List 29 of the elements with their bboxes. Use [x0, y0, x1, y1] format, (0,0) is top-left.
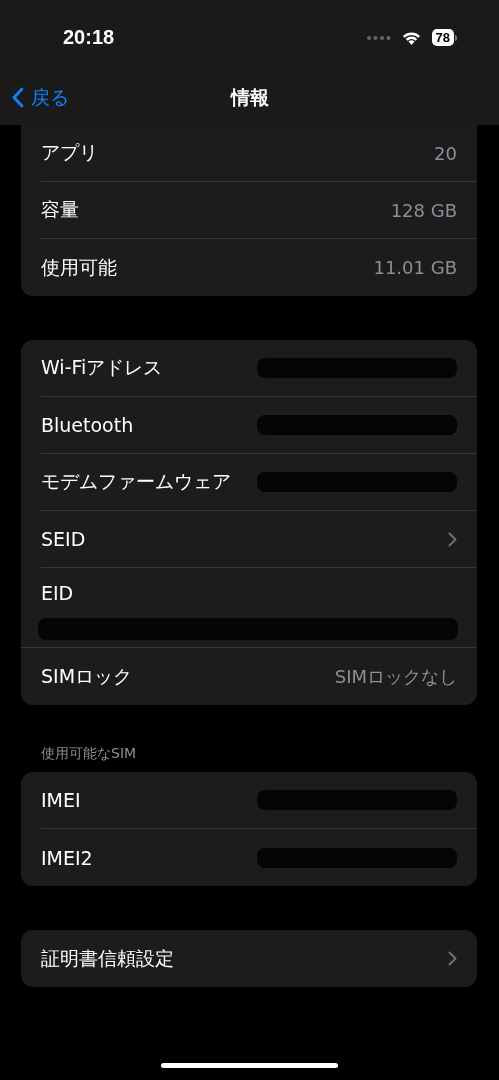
back-button[interactable]: 戻る [0, 84, 69, 111]
row-label: SEID [41, 528, 86, 550]
settings-row[interactable]: 証明書信頼設定 [21, 930, 477, 987]
home-indicator[interactable] [161, 1063, 338, 1068]
row-label: EID [41, 582, 74, 604]
row-label: モデムファームウェア [41, 469, 231, 494]
row-value: 20 [434, 142, 457, 164]
row-label: 容量 [41, 197, 79, 222]
chevron-icon [448, 531, 457, 547]
section-header: 使用可能なSIM [40, 745, 138, 763]
chevron-icon [448, 951, 457, 966]
row-label: Wi-Fiアドレス [41, 355, 163, 380]
row-label: SIMロック [41, 663, 133, 689]
row-label: アプリ [41, 140, 98, 165]
status-time: 20:18 [63, 26, 115, 49]
row-label: 証明書信頼設定 [41, 945, 174, 971]
row-label: 使用可能 [41, 254, 117, 280]
signal-icon [366, 35, 391, 40]
battery-icon: 78 [431, 29, 457, 46]
row-value: 11.01 GB [373, 257, 457, 278]
back-chevron-icon [12, 87, 24, 108]
nav-title: 情報 [230, 84, 269, 110]
row-label: IMEI [41, 789, 81, 811]
settings-row[interactable]: SEID [21, 511, 477, 568]
wifi-icon [400, 30, 422, 45]
row-value: 128 GB [390, 199, 457, 221]
row-label: Bluetooth [41, 414, 134, 436]
row-label: IMEI2 [41, 846, 93, 869]
row-value: SIMロックなし [334, 664, 457, 689]
